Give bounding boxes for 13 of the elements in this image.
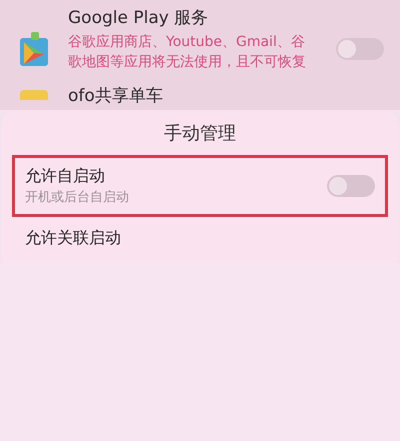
option-label: 允许自启动	[25, 165, 106, 187]
option-row[interactable]: 允许自启动 开机或后台自启动	[12, 155, 388, 217]
option-description: 开机或后台自启动	[25, 189, 130, 207]
option-label: 允许关联启动	[25, 227, 122, 249]
app-icon	[20, 90, 48, 100]
toggle-switch[interactable]	[336, 38, 384, 60]
dialog-title: 手动管理	[164, 122, 236, 146]
app-name: Google Play 服务	[68, 7, 210, 30]
option-row[interactable]: 允许关联启动	[12, 217, 388, 259]
puzzle-icon	[20, 32, 48, 66]
app-name: ofo共享单车	[68, 85, 164, 108]
toggle-switch[interactable]	[327, 175, 375, 197]
warning-text: 谷歌应用商店、Youtube、Gmail、谷歌地图等应用将无法使用，且不可恢复	[68, 33, 307, 72]
